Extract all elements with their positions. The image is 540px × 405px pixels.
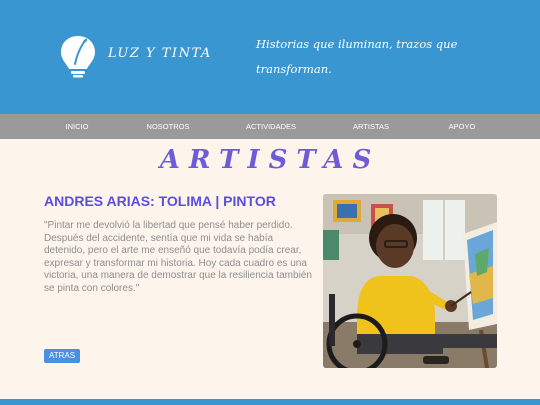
nav-item-inicio[interactable]: INICIO xyxy=(66,114,89,139)
nav-item-actividades[interactable]: ACTIVIDADES xyxy=(246,114,296,139)
nav-item-nosotros[interactable]: NOSOTROS xyxy=(147,114,190,139)
nav-item-artistas[interactable]: ARTISTAS xyxy=(353,114,389,139)
footer-bar xyxy=(0,399,540,405)
site-header: LUZ Y TINTA Historias que iluminan, traz… xyxy=(0,0,540,114)
artist-photo xyxy=(323,194,497,368)
lightbulb-logo-icon[interactable] xyxy=(58,34,98,78)
nav-item-apoyo[interactable]: APOYO xyxy=(449,114,476,139)
page-title: ARTISTAS xyxy=(159,145,381,175)
artist-photo-illustration xyxy=(323,194,497,368)
back-button[interactable]: ATRAS xyxy=(44,349,81,363)
artist-quote: "Pintar me devolvió la libertad que pens… xyxy=(44,220,312,294)
main-nav: INICIO NOSOTROS ACTIVIDADES ARTISTAS APO… xyxy=(0,114,540,139)
brand-name[interactable]: LUZ Y TINTA xyxy=(108,46,212,61)
artist-name: ANDRES ARIAS: TOLIMA | PINTOR xyxy=(44,193,276,209)
tagline: Historias que iluminan, trazos que trans… xyxy=(256,37,458,76)
